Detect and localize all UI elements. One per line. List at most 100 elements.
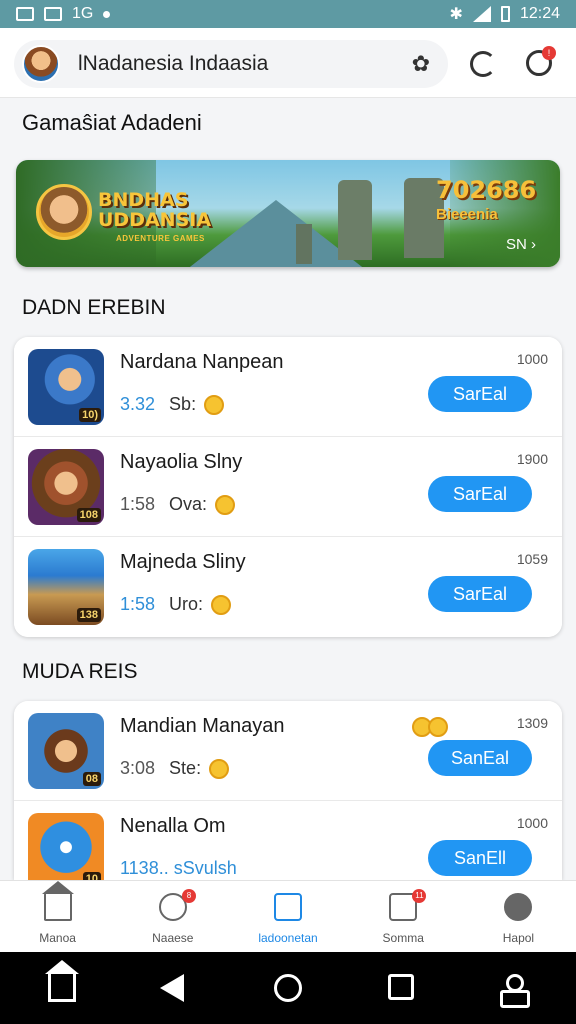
nav-item-active[interactable]: ladoonetan bbox=[230, 881, 345, 952]
list-item[interactable]: 10) Nardana Nanpean 3.32 Sb: 1000 SarEal bbox=[14, 337, 562, 437]
app-bar: lNadanesia Indaasia ✿ ! bbox=[0, 28, 576, 98]
flower-icon[interactable]: ✿ bbox=[412, 51, 430, 77]
nav-label: ladoonetan bbox=[258, 931, 318, 945]
game-thumbnail: 138 bbox=[28, 549, 104, 625]
document-icon bbox=[274, 893, 302, 921]
game-stat-label: Ste: bbox=[169, 758, 202, 778]
game-time: 1138.. sSvulsh bbox=[120, 858, 237, 878]
play-button[interactable]: SarEal bbox=[428, 376, 532, 412]
header-pill[interactable]: lNadanesia Indaasia ✿ bbox=[14, 40, 448, 88]
section-title-featured: Gamaŝiat Adadeni bbox=[22, 110, 202, 135]
nav-label: Hapol bbox=[502, 931, 535, 945]
banner-logo: BNDHAS UDDANSIA bbox=[98, 189, 212, 231]
coin-icon bbox=[211, 594, 232, 615]
refresh-icon[interactable] bbox=[470, 51, 496, 77]
notification-badge: ! bbox=[542, 46, 556, 60]
play-button[interactable]: SarEal bbox=[428, 476, 532, 512]
temple-art bbox=[338, 180, 372, 260]
game-list-1: 10) Nardana Nanpean 3.32 Sb: 1000 SarEal… bbox=[14, 337, 562, 637]
profile-icon bbox=[504, 893, 533, 921]
thumb-tag: 10 bbox=[82, 872, 101, 880]
game-count: 1059 bbox=[516, 551, 548, 567]
nav-badge: 11 bbox=[412, 889, 427, 903]
list-item[interactable]: 08 Mandian Manayan 3:08 Ste: 1309 SanEal bbox=[14, 701, 562, 801]
game-name: Majneda Sliny bbox=[120, 551, 246, 573]
dot-icon bbox=[103, 10, 111, 18]
game-name: Nardana Nanpean bbox=[120, 351, 284, 373]
thumb-tag: 108 bbox=[76, 508, 101, 522]
banner-logo-sub: ADVENTURE GAMES bbox=[116, 234, 205, 243]
bluetooth-icon: ✱ bbox=[449, 6, 463, 23]
thumb-tag: 08 bbox=[82, 772, 101, 786]
coins-icon bbox=[412, 717, 448, 737]
game-meta: 3:08 Ste: bbox=[120, 758, 230, 779]
game-stat-label: Uro: bbox=[169, 594, 204, 614]
game-meta: 1138.. sSvulsh bbox=[120, 858, 237, 879]
system-back-icon[interactable] bbox=[160, 974, 184, 1002]
game-time: 1:58 bbox=[120, 494, 156, 514]
section-title-new: MUDA REIS bbox=[22, 660, 138, 683]
network-label: 1G bbox=[72, 5, 94, 22]
message-icon bbox=[44, 7, 62, 21]
game-time: 1:58 bbox=[120, 594, 156, 614]
game-count: 1000 bbox=[516, 351, 548, 367]
game-meta: 1:58 Uro: bbox=[120, 594, 232, 615]
game-name: Mandian Manayan bbox=[120, 715, 285, 737]
list-item[interactable]: 108 Nayaolia Slny 1:58 Ova: 1900 SarEal bbox=[14, 437, 562, 537]
game-thumbnail: 10 bbox=[28, 813, 104, 880]
system-navigation bbox=[0, 952, 576, 1024]
temple-art bbox=[296, 224, 312, 264]
game-meta: 3.32 Sb: bbox=[120, 394, 225, 415]
hero-character bbox=[36, 184, 92, 240]
coin-icon bbox=[209, 758, 230, 779]
game-time: 3:08 bbox=[120, 758, 156, 778]
game-stat-label: Sb: bbox=[169, 394, 197, 414]
nav-item-news[interactable]: 8 Naaese bbox=[115, 881, 230, 952]
coin-icon bbox=[215, 494, 236, 515]
game-thumbnail: 08 bbox=[28, 713, 104, 789]
game-stat-label: Ova: bbox=[169, 494, 208, 514]
nav-label: Naaese bbox=[152, 931, 194, 945]
game-meta: 1:58 Ova: bbox=[120, 494, 236, 515]
section-title-list: DADN EREBIN bbox=[22, 296, 166, 319]
coin-icon bbox=[204, 394, 225, 415]
game-thumbnail: 108 bbox=[28, 449, 104, 525]
game-time: 3.32 bbox=[120, 394, 156, 414]
game-name: Nenalla Om bbox=[120, 815, 226, 837]
system-home-icon[interactable] bbox=[45, 960, 79, 1002]
thumb-tag: 138 bbox=[76, 608, 101, 622]
notification-icon bbox=[16, 7, 34, 21]
banner-year: 702686 bbox=[436, 176, 537, 204]
list-item[interactable]: 10 Nenalla Om 1138.. sSvulsh 1000 SanEll bbox=[14, 801, 562, 880]
game-count: 1000 bbox=[516, 815, 548, 831]
status-bar: 1G ✱ 12:24 bbox=[0, 0, 576, 28]
nav-item-home[interactable]: Manoa bbox=[0, 881, 115, 952]
game-name: Nayaolia Slny bbox=[120, 451, 243, 473]
play-button[interactable]: SanEal bbox=[428, 740, 532, 776]
game-count: 1309 bbox=[516, 715, 548, 731]
system-circle-icon[interactable] bbox=[274, 974, 302, 1002]
play-button[interactable]: SarEal bbox=[428, 576, 532, 612]
home-icon bbox=[41, 881, 74, 921]
system-accessibility-icon[interactable] bbox=[500, 974, 530, 1008]
bottom-navigation: Manoa 8 Naaese ladoonetan 11 Somma Hapol bbox=[0, 880, 576, 952]
system-recents-icon[interactable] bbox=[388, 974, 414, 1000]
banner-subtitle: Bieeenia bbox=[436, 206, 498, 223]
promo-banner[interactable]: BNDHAS UDDANSIA ADVENTURE GAMES 702686 B… bbox=[16, 160, 560, 267]
list-item[interactable]: 138 Majneda Sliny 1:58 Uro: 1059 SarEal bbox=[14, 537, 562, 637]
game-thumbnail: 10) bbox=[28, 349, 104, 425]
battery-icon bbox=[500, 6, 510, 22]
play-button[interactable]: SanEll bbox=[428, 840, 532, 876]
avatar[interactable] bbox=[22, 45, 60, 83]
thumb-tag: 10) bbox=[79, 408, 101, 422]
nav-item-list[interactable]: 11 Somma bbox=[346, 881, 461, 952]
game-count: 1900 bbox=[516, 451, 548, 467]
banner-more-link[interactable]: SN › bbox=[506, 236, 536, 253]
header-title: lNadanesia Indaasia bbox=[78, 52, 269, 75]
game-list-2: 08 Mandian Manayan 3:08 Ste: 1309 SanEal… bbox=[14, 701, 562, 880]
signal-icon bbox=[472, 6, 491, 22]
nav-item-profile[interactable]: Hapol bbox=[461, 881, 576, 952]
nav-label: Manoa bbox=[39, 931, 76, 945]
nav-badge: 8 bbox=[182, 889, 197, 903]
clock: 12:24 bbox=[519, 5, 560, 22]
